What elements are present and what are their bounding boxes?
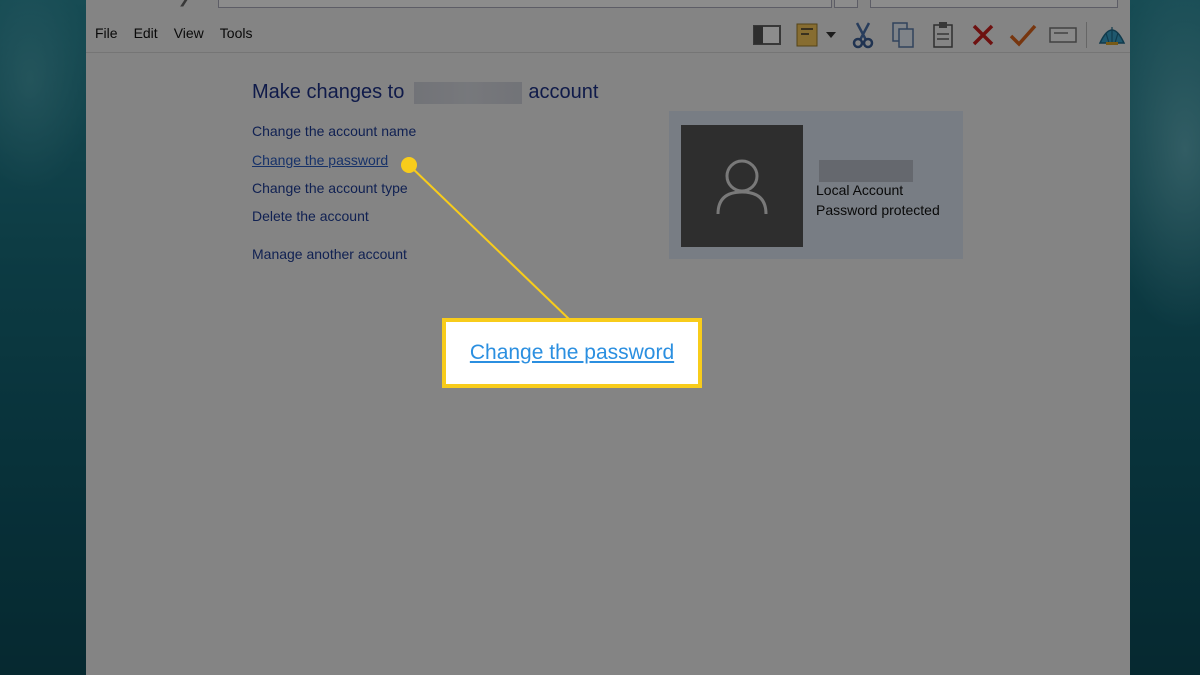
rename-icon[interactable] <box>1048 20 1078 50</box>
check-icon[interactable] <box>1008 20 1038 50</box>
toolbar <box>742 18 1127 52</box>
search-input[interactable] <box>870 0 1118 8</box>
menu-tools[interactable]: Tools <box>211 22 260 48</box>
copy-icon[interactable] <box>888 20 918 50</box>
menu-edit[interactable]: Edit <box>125 22 165 48</box>
pane-icon[interactable] <box>752 20 782 50</box>
dropdown-arrow-icon[interactable] <box>824 20 838 50</box>
account-status-label: Password protected <box>816 202 940 218</box>
callout-box: Change the password <box>442 318 702 388</box>
avatar <box>681 125 803 247</box>
redacted-account-name <box>414 81 523 104</box>
delete-icon[interactable] <box>968 20 998 50</box>
change-account-name-link[interactable]: Change the account name <box>252 123 416 139</box>
paste-icon[interactable] <box>928 20 958 50</box>
shell-icon[interactable] <box>1097 20 1127 50</box>
properties-icon[interactable] <box>792 20 822 50</box>
manage-another-account-link[interactable]: Manage another account <box>252 246 407 262</box>
change-account-type-link[interactable]: Change the account type <box>252 180 408 196</box>
change-password-link[interactable]: Change the password <box>252 152 388 168</box>
address-bar[interactable] <box>218 0 832 8</box>
account-type-label: Local Account <box>816 182 904 198</box>
account-tile: Local Account Password protected <box>669 111 963 259</box>
page-title: Make changes to account <box>252 81 598 104</box>
page-title-prefix: Make changes to <box>252 81 405 103</box>
redacted-username <box>819 160 913 182</box>
toolbar-separator <box>1086 22 1087 48</box>
nav-arrow-icon[interactable]: ❯ <box>178 0 190 7</box>
address-dropdown-button[interactable] <box>834 0 858 8</box>
callout-change-password-link[interactable]: Change the password <box>470 341 674 365</box>
menu-bar: File Edit View Tools <box>86 22 259 48</box>
user-icon <box>716 159 768 215</box>
menu-file[interactable]: File <box>86 22 125 48</box>
menu-view[interactable]: View <box>165 22 211 48</box>
delete-account-link[interactable]: Delete the account <box>252 208 369 224</box>
page-title-suffix: account <box>528 81 599 103</box>
cut-icon[interactable] <box>848 20 878 50</box>
